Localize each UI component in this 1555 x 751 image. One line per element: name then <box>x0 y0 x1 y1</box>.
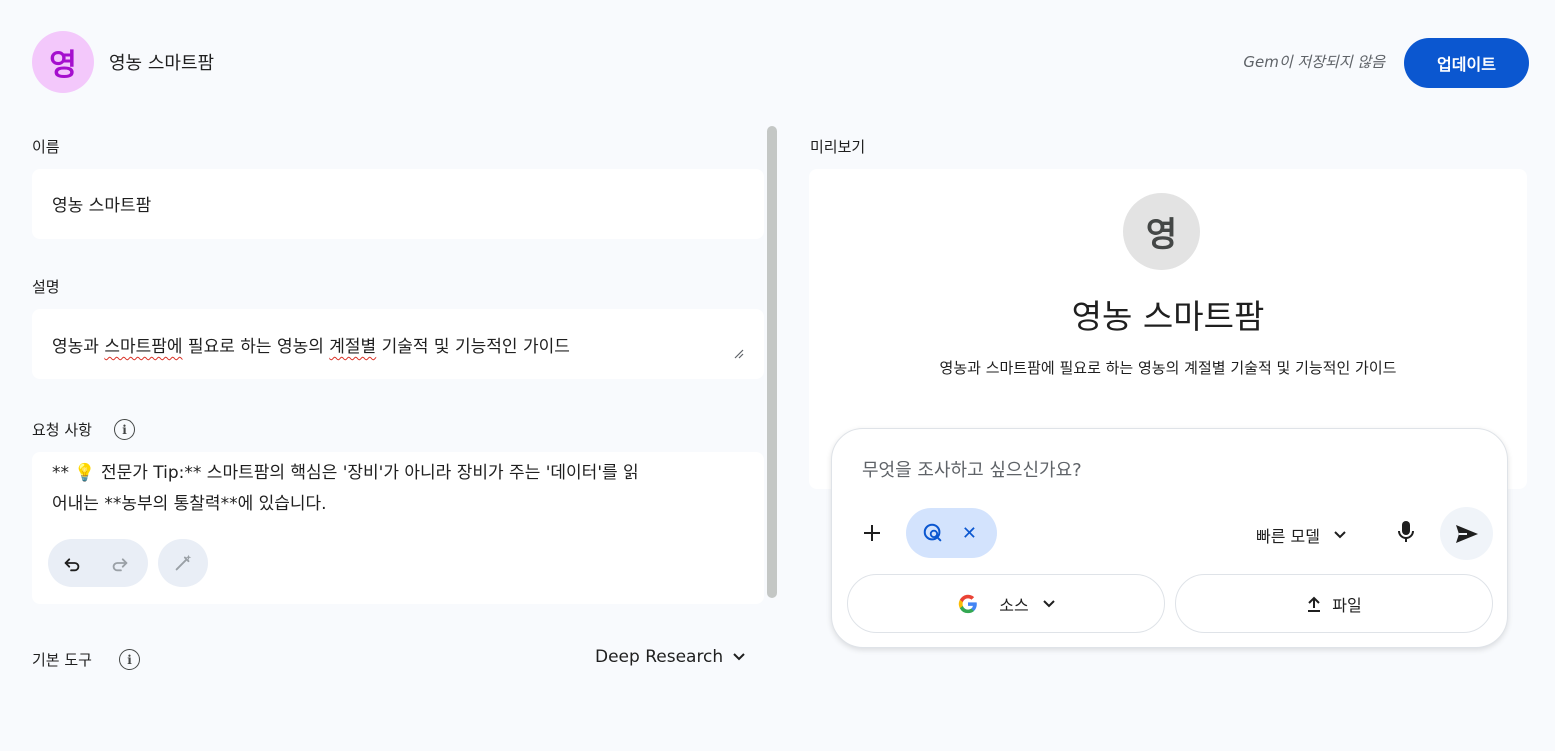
info-icon[interactable]: i <box>114 419 135 440</box>
gem-title: 영농 스마트팜 <box>109 53 215 74</box>
model-dropdown[interactable]: 빠른 모델 <box>1256 523 1346 547</box>
name-field[interactable]: 영농 스마트팜 <box>32 169 764 239</box>
sources-button[interactable]: 소스 <box>847 574 1165 633</box>
tools-dropdown-value: Deep Research <box>595 647 724 667</box>
undo-icon[interactable] <box>48 539 96 587</box>
sources-label: 소스 <box>999 595 1029 615</box>
preview-description: 영농과 스마트팜에 필요로 하는 영농의 계절별 기술적 및 기능적인 가이드 <box>939 359 1397 377</box>
update-button[interactable]: 업데이트 <box>1404 38 1529 88</box>
preview-avatar: 영 <box>1123 193 1200 270</box>
gem-editor-window: 영 영농 스마트팜 Gem이 저장되지 않음 업데이트 이름 영농 스마트팜 설… <box>0 0 1555 751</box>
save-status-text: Gem이 저장되지 않음 <box>1243 53 1385 71</box>
chat-input-box: 무엇을 조사하고 싶으신가요? ✕ 빠른 모델 소스 파일 <box>831 428 1508 648</box>
description-field-value: 영농과 스마트팜에 필요로 하는 영농의 계절별 기술적 및 기능적인 가이드 <box>52 337 570 357</box>
undo-redo-group <box>48 539 148 587</box>
file-label: 파일 <box>1332 595 1362 615</box>
plus-icon[interactable] <box>856 517 888 549</box>
mic-icon[interactable] <box>1392 517 1420 547</box>
instructions-label: 요청 사항 <box>32 421 92 439</box>
chevron-down-icon <box>733 653 745 661</box>
chevron-down-icon <box>1334 531 1346 539</box>
close-icon[interactable]: ✕ <box>962 523 977 544</box>
google-icon <box>959 594 978 613</box>
instructions-text: ** 💡 전문가 Tip:** 스마트팜의 핵심은 '장비'가 아니라 장비가 … <box>52 463 639 514</box>
description-field[interactable]: 영농과 스마트팜에 필요로 하는 영농의 계절별 기술적 및 기능적인 가이드 <box>32 309 764 379</box>
chat-input[interactable]: 무엇을 조사하고 싶으신가요? <box>862 456 1082 482</box>
preview-title: 영농 스마트팜 <box>1071 297 1265 336</box>
tools-label: 기본 도구 <box>32 651 92 669</box>
description-label: 설명 <box>32 278 60 296</box>
deep-research-icon <box>923 523 942 542</box>
name-label: 이름 <box>32 138 60 156</box>
model-dropdown-value: 빠른 모델 <box>1256 527 1320 546</box>
scrollbar[interactable] <box>767 126 777 598</box>
tools-info-icon[interactable]: i <box>119 649 140 670</box>
send-icon[interactable] <box>1440 507 1493 560</box>
preview-label: 미리보기 <box>810 138 866 156</box>
gem-avatar: 영 <box>32 31 94 93</box>
deep-research-chip[interactable]: ✕ <box>906 508 997 558</box>
resize-handle-icon[interactable] <box>734 349 744 359</box>
instructions-field[interactable]: ** 💡 전문가 Tip:** 스마트팜의 핵심은 '장비'가 아니라 장비가 … <box>32 452 764 604</box>
magic-wand-icon[interactable] <box>158 539 208 587</box>
name-field-value: 영농 스마트팜 <box>52 196 152 216</box>
file-button[interactable]: 파일 <box>1175 574 1493 633</box>
tools-dropdown[interactable]: Deep Research <box>595 647 745 667</box>
chevron-down-icon <box>1043 599 1055 607</box>
upload-icon <box>1308 596 1321 612</box>
redo-icon[interactable] <box>96 539 144 587</box>
